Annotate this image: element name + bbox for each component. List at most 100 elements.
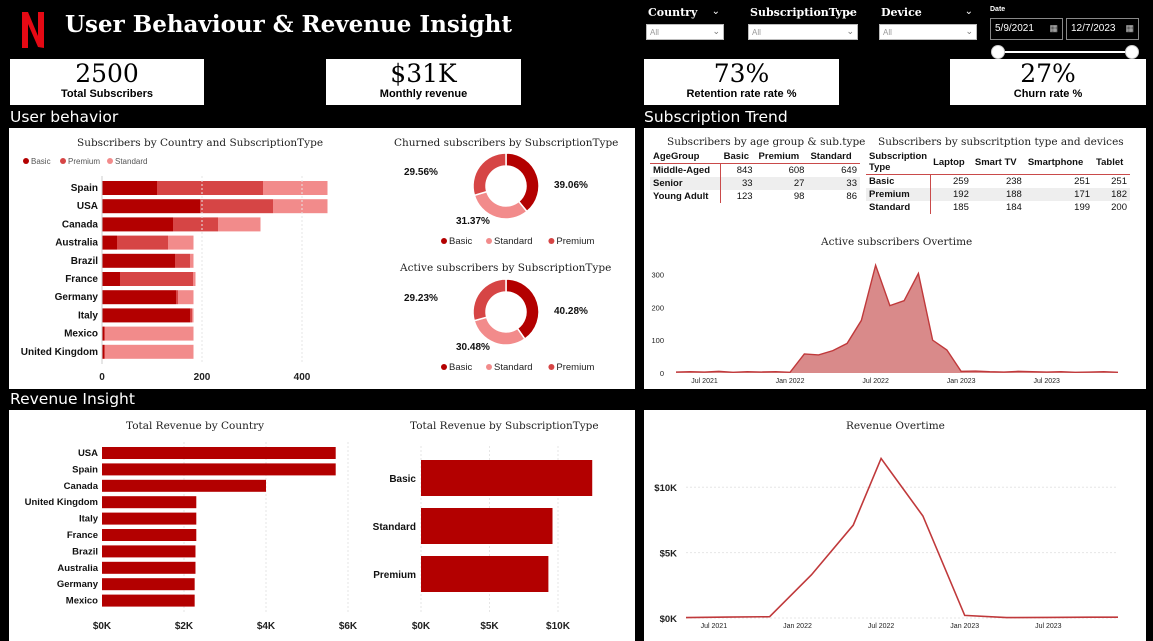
column-header[interactable]: Subscription Type (866, 150, 931, 175)
tick-label: $0K (660, 614, 678, 625)
table-cell: 251 (1111, 176, 1127, 187)
bar-segment (104, 344, 105, 359)
calendar-icon[interactable]: ▦ (1125, 23, 1134, 34)
bar (102, 578, 195, 591)
chevron-down-icon: ⌄ (965, 26, 973, 36)
end-date-input[interactable]: 12/7/2023 ▦ (1066, 18, 1139, 40)
bar (102, 545, 196, 558)
bar (102, 447, 336, 459)
tick-label: Jul 2022 (862, 378, 889, 385)
table-cell: 184 (1005, 202, 1022, 213)
bar (421, 460, 593, 496)
country-dropdown[interactable]: All ⌄ (646, 24, 724, 40)
bar-segment (176, 290, 178, 305)
bar-segment (190, 253, 194, 268)
table-cell: 200 (1111, 202, 1127, 213)
donut-slice (473, 316, 526, 346)
bar (102, 529, 197, 541)
subscribers-by-country-chart: Basic Premium Standard Spain USA Canada Austra… (21, 157, 328, 383)
chart-title: Total Revenue by SubscriptionType (410, 420, 599, 432)
bar-segment (105, 344, 194, 359)
bar (102, 512, 197, 525)
legend-marker (441, 238, 447, 244)
user-behavior-panel: Subscribers by Country and SubscriptionT… (9, 128, 635, 389)
chevron-down-icon[interactable]: ⌄ (712, 6, 720, 17)
subscription-type-slicer[interactable]: SubscriptionType ⌄ All ⌄ (748, 4, 858, 42)
donut-slice (505, 152, 540, 213)
kpi-value: 27% (1020, 59, 1076, 88)
tick-label: $5K (480, 621, 499, 632)
start-date-input[interactable]: 5/9/2021 ▦ (990, 18, 1063, 40)
data-label: 39.06% (554, 180, 588, 191)
column-header[interactable]: Smartphone (1024, 150, 1094, 175)
tick-label: Jul 2022 (868, 623, 895, 630)
table-row[interactable]: Middle-Aged 843 608 649 (650, 163, 860, 177)
legend-marker (548, 238, 555, 244)
bar-segment (102, 272, 120, 286)
row-header: Standard (866, 201, 931, 214)
column-header[interactable]: Basic (720, 150, 756, 164)
column-header[interactable]: Laptop (930, 150, 972, 175)
chevron-down-icon[interactable]: ⌄ (965, 6, 973, 17)
start-date-value: 5/9/2021 (995, 23, 1034, 34)
bar-segment (263, 181, 328, 195)
table-row[interactable]: Young Adult 123 98 86 (650, 190, 860, 203)
legend-label: Standard (494, 236, 533, 247)
country-slicer-label: Country (648, 6, 698, 19)
table-row[interactable]: Premium 192 188 171 182 (866, 188, 1130, 201)
category-label: United Kingdom (21, 347, 98, 358)
revenue-by-type-chart: $0K $5K $10K Basic Standard Premium (373, 446, 593, 632)
bar-segment (200, 199, 273, 214)
bar-segment (102, 253, 175, 268)
bar-segment (102, 199, 200, 214)
calendar-icon[interactable]: ▦ (1049, 23, 1058, 34)
legend-label: Basic (449, 362, 472, 373)
table-row[interactable]: Standard 185 184 199 200 (866, 201, 1130, 214)
date-range-start-handle[interactable] (991, 45, 1005, 59)
bar-segment (178, 290, 194, 305)
bar-segment (117, 235, 168, 250)
column-header[interactable]: AgeGroup (650, 150, 721, 164)
row-header: Young Adult (650, 190, 722, 203)
country-slicer[interactable]: Country ⌄ All ⌄ (646, 4, 724, 42)
donut-slice (472, 278, 507, 322)
table-cell: 199 (1074, 202, 1091, 213)
chevron-down-icon: ⌄ (846, 26, 854, 36)
tick-label: Jan 2022 (776, 378, 805, 385)
kpi-label: Monthly revenue (379, 88, 468, 100)
date-range-track[interactable] (998, 51, 1132, 53)
category-label: USA (78, 448, 98, 459)
legend-label: Premium (68, 157, 100, 166)
table-cell: 192 (930, 188, 972, 201)
column-header[interactable]: Standard (807, 150, 860, 164)
legend-marker (441, 364, 447, 370)
date-range-end-handle[interactable] (1125, 45, 1139, 59)
column-header[interactable]: Tablet (1093, 150, 1130, 175)
column-header[interactable]: Smart TV (971, 150, 1025, 175)
subscription-type-dropdown[interactable]: All ⌄ (748, 24, 858, 40)
column-header[interactable]: Premium (755, 150, 808, 164)
section-title-user-behavior: User behavior (10, 108, 119, 126)
data-label: 31.37% (456, 216, 490, 227)
chart-title: Subscribers by Country and SubscriptionT… (77, 137, 324, 149)
category-label: Germany (55, 292, 99, 303)
row-header: Senior (650, 177, 722, 190)
legend-label: Basic (449, 236, 472, 247)
device-slicer[interactable]: Device ⌄ All ⌄ (879, 4, 977, 42)
table-row[interactable]: Senior 33 27 33 (650, 177, 860, 190)
kpi-retention-rate: 73% Retention rate rate % (644, 59, 839, 105)
device-dropdown[interactable]: All ⌄ (879, 24, 977, 40)
bar (102, 479, 266, 492)
bar (421, 508, 553, 544)
category-label: Brazil (71, 256, 98, 267)
table-cell: 185 (953, 202, 969, 213)
table-cell: 259 (953, 176, 969, 187)
chevron-down-icon[interactable]: ⌄ (846, 6, 854, 17)
churned-donut-chart: 39.06% 31.37% 29.56% Basic Standard Premium (404, 152, 594, 247)
tick-label: 0 (99, 372, 105, 383)
bar-segment (273, 199, 328, 214)
bar-segment (120, 272, 193, 286)
table-row[interactable]: Basic 259 238 251 251 (866, 174, 1130, 188)
donut-slice (472, 152, 507, 197)
table-cell: 188 (971, 188, 1025, 201)
